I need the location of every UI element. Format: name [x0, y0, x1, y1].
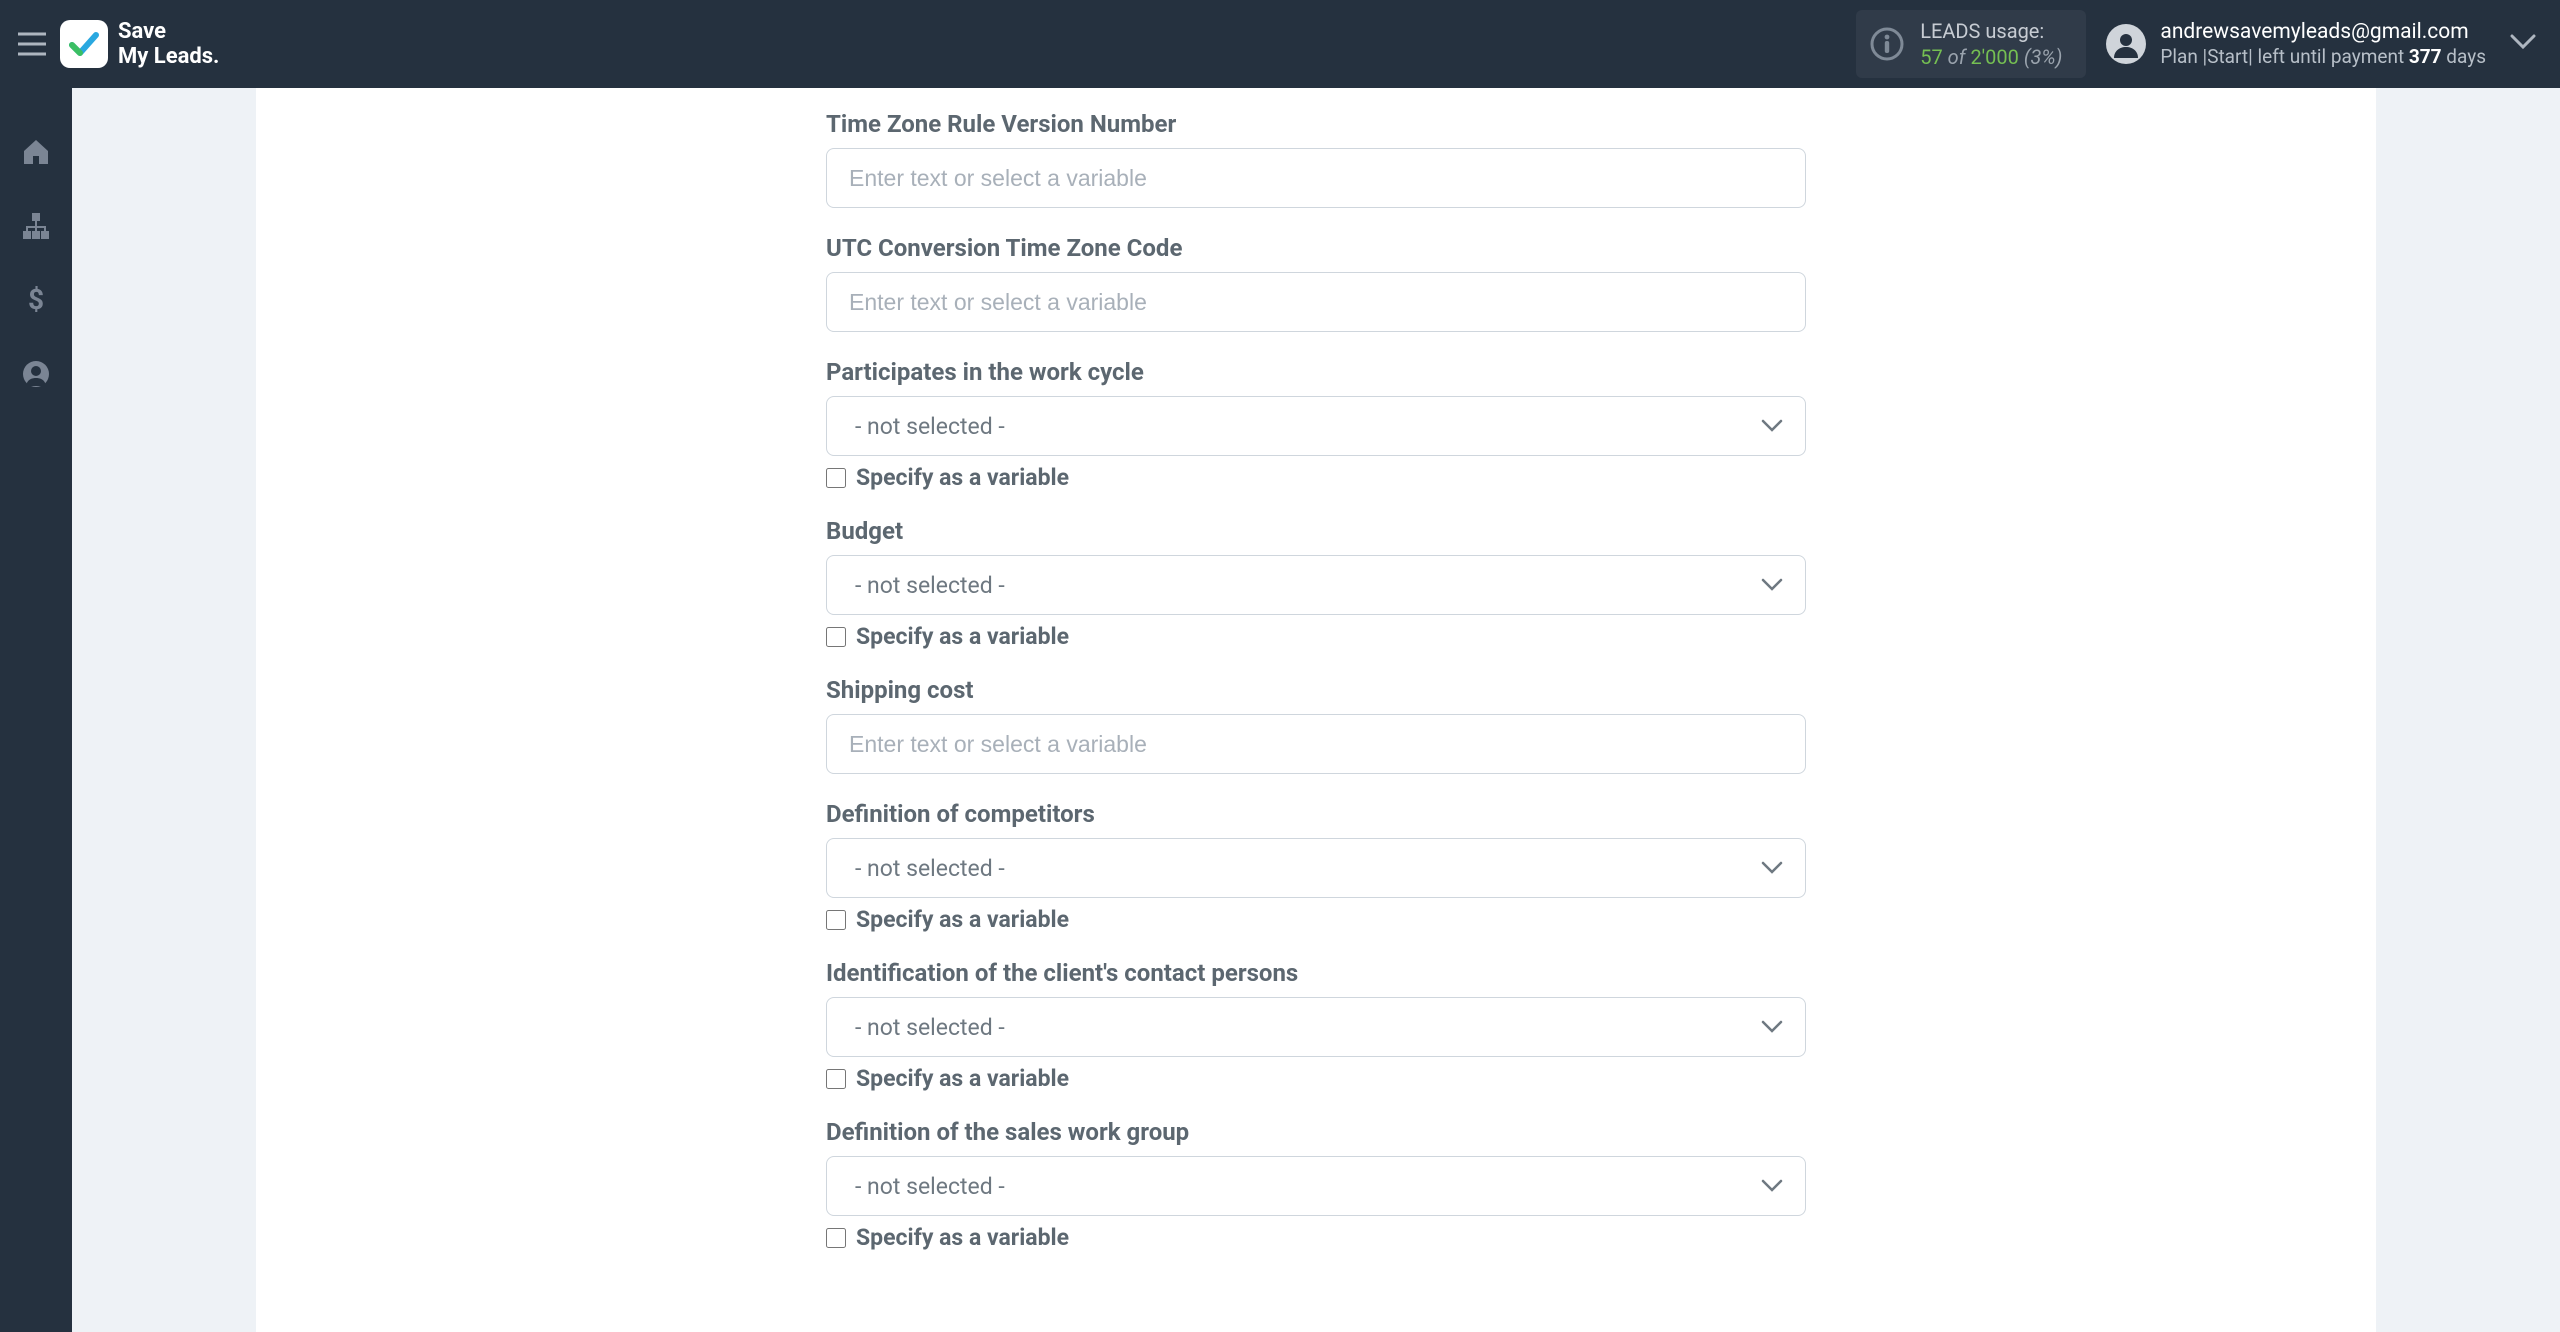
hamburger-icon	[18, 32, 46, 56]
field-label: Identification of the client's contact p…	[826, 959, 1806, 987]
select-input[interactable]: - not selected -	[826, 997, 1806, 1057]
specify-row: Specify as a variable	[826, 1224, 1806, 1251]
brand-name: Save My Leads.	[118, 19, 219, 70]
field-label: Definition of the sales work group	[826, 1118, 1806, 1146]
leads-of: of	[1948, 45, 1966, 69]
text-input[interactable]	[826, 148, 1806, 208]
account-email: andrewsavemyleads@gmail.com	[2160, 19, 2486, 45]
specify-label[interactable]: Specify as a variable	[856, 464, 1069, 491]
field: Time Zone Rule Version Number	[826, 110, 1806, 208]
specify-label[interactable]: Specify as a variable	[856, 1065, 1069, 1092]
specify-row: Specify as a variable	[826, 464, 1806, 491]
sitemap-icon	[21, 211, 51, 241]
leads-pct: (3%)	[2024, 45, 2063, 69]
plan-name: Start	[2207, 45, 2248, 68]
specify-checkbox[interactable]	[826, 910, 846, 930]
field: Shipping cost	[826, 676, 1806, 774]
text-input[interactable]	[826, 272, 1806, 332]
form-card: Time Zone Rule Version Number UTC Convers…	[256, 88, 2376, 1332]
person-icon	[2112, 30, 2140, 58]
field-label: Definition of competitors	[826, 800, 1806, 828]
chevron-down-icon	[2510, 34, 2536, 50]
sidebar: $	[0, 88, 72, 1332]
plan-mid: | left until payment	[2248, 45, 2409, 68]
leads-usage-title: LEADS usage:	[1920, 18, 2062, 44]
specify-row: Specify as a variable	[826, 1065, 1806, 1092]
leads-used: 57	[1920, 45, 1942, 69]
field-label: UTC Conversion Time Zone Code	[826, 234, 1806, 262]
specify-checkbox[interactable]	[826, 1228, 846, 1248]
brand-line2: My Leads.	[118, 44, 219, 69]
specify-label[interactable]: Specify as a variable	[856, 1224, 1069, 1251]
specify-row: Specify as a variable	[826, 623, 1806, 650]
plan-prefix: Plan |	[2160, 45, 2207, 68]
field: Participates in the work cycle - not sele…	[826, 358, 1806, 491]
dollar-icon: $	[26, 285, 46, 315]
chevron-down-icon	[1761, 1179, 1783, 1193]
form: Time Zone Rule Version Number UTC Convers…	[826, 98, 1806, 1251]
layout: $ Time Zone Rule Version Number UTC Conve…	[0, 88, 2560, 1332]
field-label: Participates in the work cycle	[826, 358, 1806, 386]
specify-checkbox[interactable]	[826, 1069, 846, 1089]
specify-checkbox[interactable]	[826, 468, 846, 488]
field: Identification of the client's contact p…	[826, 959, 1806, 1092]
account-dropdown-toggle[interactable]	[2510, 34, 2536, 54]
avatar[interactable]	[2106, 24, 2146, 64]
chevron-down-icon	[1761, 578, 1783, 592]
leads-usage-values: 57 of 2'000 (3%)	[1920, 44, 2062, 70]
brand-logo	[60, 20, 108, 68]
user-icon	[22, 360, 50, 388]
select-value: - not selected -	[849, 413, 1005, 440]
chevron-down-icon	[1761, 1020, 1783, 1034]
brand-line1: Save	[118, 19, 219, 44]
account-plan-line: Plan |Start| left until payment 377 days	[2160, 45, 2486, 69]
select-input[interactable]: - not selected -	[826, 396, 1806, 456]
leads-total: 2'000	[1970, 45, 2018, 69]
chevron-down-icon	[1761, 861, 1783, 875]
leads-usage-text: LEADS usage: 57 of 2'000 (3%)	[1920, 18, 2062, 70]
account-block[interactable]: andrewsavemyleads@gmail.com Plan |Start|…	[2160, 19, 2486, 69]
field-label: Time Zone Rule Version Number	[826, 110, 1806, 138]
svg-text:$: $	[28, 285, 44, 315]
field: Definition of competitors - not selected …	[826, 800, 1806, 933]
select-input[interactable]: - not selected -	[826, 838, 1806, 898]
plan-suffix: days	[2442, 45, 2486, 68]
select-input[interactable]: - not selected -	[826, 555, 1806, 615]
field: Definition of the sales work group - not …	[826, 1118, 1806, 1251]
menu-button[interactable]	[14, 26, 50, 62]
sidebar-home[interactable]	[20, 136, 52, 168]
home-icon	[21, 137, 51, 167]
select-input[interactable]: - not selected -	[826, 1156, 1806, 1216]
specify-checkbox[interactable]	[826, 627, 846, 647]
specify-label[interactable]: Specify as a variable	[856, 906, 1069, 933]
select-value: - not selected -	[849, 1173, 1005, 1200]
checkmark-icon	[67, 27, 101, 61]
sidebar-billing[interactable]: $	[20, 284, 52, 316]
specify-label[interactable]: Specify as a variable	[856, 623, 1069, 650]
plan-days: 377	[2409, 45, 2442, 68]
main-area: Time Zone Rule Version Number UTC Convers…	[72, 88, 2560, 1332]
text-input[interactable]	[826, 714, 1806, 774]
select-value: - not selected -	[849, 572, 1005, 599]
field-label: Shipping cost	[826, 676, 1806, 704]
select-value: - not selected -	[849, 855, 1005, 882]
sidebar-sitemap[interactable]	[20, 210, 52, 242]
field-label: Budget	[826, 517, 1806, 545]
select-value: - not selected -	[849, 1014, 1005, 1041]
specify-row: Specify as a variable	[826, 906, 1806, 933]
field: UTC Conversion Time Zone Code	[826, 234, 1806, 332]
field: Budget - not selected - Specify as a varia…	[826, 517, 1806, 650]
chevron-down-icon	[1761, 419, 1783, 433]
sidebar-account[interactable]	[20, 358, 52, 390]
info-icon	[1870, 27, 1904, 61]
leads-usage-box: LEADS usage: 57 of 2'000 (3%)	[1856, 10, 2086, 78]
topbar: Save My Leads. LEADS usage: 57 of 2'000 …	[0, 0, 2560, 88]
